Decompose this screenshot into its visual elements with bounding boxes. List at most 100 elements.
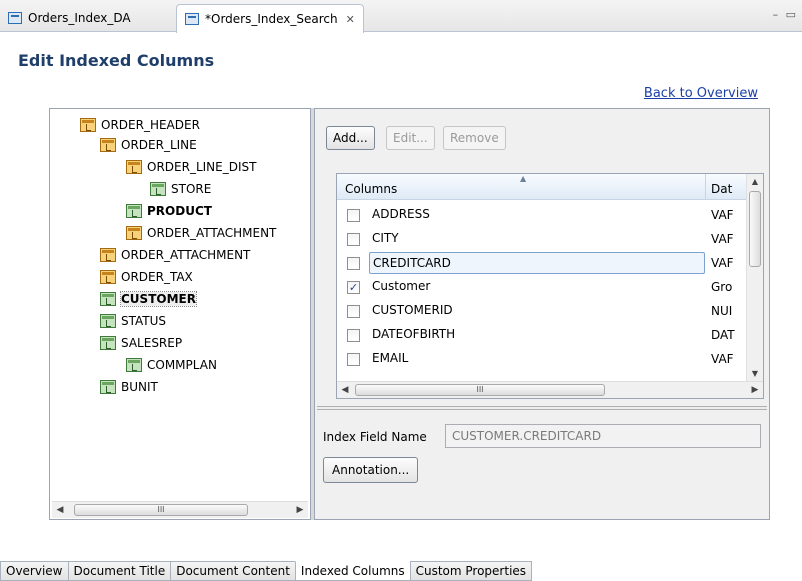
columns-panel: Add... Edit... Remove Columns ▲ Dat ADDR… — [314, 108, 770, 520]
column-name: ADDRESS — [372, 207, 430, 221]
tree-node-label: ORDER_LINE — [121, 138, 197, 152]
table-row[interactable]: ✓ Customer Gro — [339, 276, 749, 298]
row-checkbox[interactable] — [347, 232, 360, 246]
panel-divider[interactable] — [317, 406, 767, 410]
index-field-name-label: Index Field Name — [323, 430, 427, 444]
scroll-right-icon[interactable]: ▶ — [292, 502, 308, 518]
group-icon — [126, 204, 142, 218]
tree-node-label: CUSTOMER — [120, 291, 197, 307]
table-icon — [100, 270, 116, 284]
group-icon — [100, 292, 116, 306]
scroll-down-icon[interactable]: ▼ — [747, 366, 763, 382]
scroll-up-icon[interactable]: ▲ — [747, 174, 763, 190]
column-type: VAF — [711, 352, 734, 366]
table-icon — [126, 160, 142, 174]
column-header-datatype[interactable]: Dat — [711, 182, 732, 196]
row-checkbox[interactable] — [347, 328, 360, 342]
remove-button[interactable]: Remove — [443, 126, 506, 150]
table-row-selected[interactable]: CREDITCARD VAF — [339, 252, 749, 274]
tree-node-salesrep[interactable]: SALESREP — [100, 333, 182, 353]
table-row[interactable]: DATEOFBIRTH DAT — [339, 324, 749, 346]
table-row[interactable]: CITY VAF — [339, 228, 749, 250]
table-vertical-scrollbar[interactable]: ▲ ▼ — [746, 174, 763, 382]
column-name: CUSTOMERID — [372, 303, 453, 317]
column-name: DATEOFBIRTH — [372, 327, 456, 341]
tree-node-order-attachment-child[interactable]: ORDER_ATTACHMENT — [126, 223, 276, 243]
tree-horizontal-scrollbar[interactable]: ◀ III ▶ — [52, 501, 308, 518]
tree-node-store[interactable]: STORE — [150, 179, 211, 199]
tree-node-label: ORDER_ATTACHMENT — [121, 248, 251, 262]
tree-node-bunit[interactable]: BUNIT — [100, 377, 158, 397]
scroll-left-icon[interactable]: ◀ — [337, 382, 353, 398]
annotation-button[interactable]: Annotation... — [323, 457, 419, 483]
edit-button[interactable]: Edit... — [386, 126, 435, 150]
editor-tab-bar: Orders_Index_DA *Orders_Index_Search ✕ –… — [0, 0, 802, 33]
column-type: Gro — [711, 280, 733, 294]
close-icon[interactable]: ✕ — [346, 13, 355, 26]
window-controls[interactable]: – ▭ — [773, 8, 798, 21]
sort-ascending-icon: ▲ — [520, 174, 527, 183]
table-row[interactable]: CUSTOMERID NUI — [339, 300, 749, 322]
table-row[interactable]: ADDRESS VAF — [339, 204, 749, 226]
column-type: VAF — [711, 232, 734, 246]
row-checkbox[interactable] — [347, 208, 360, 222]
tab-overview[interactable]: Overview — [0, 561, 69, 581]
scroll-left-icon[interactable]: ◀ — [52, 502, 68, 518]
tab-orders-index-search[interactable]: *Orders_Index_Search ✕ — [176, 4, 364, 33]
tab-custom-properties[interactable]: Custom Properties — [409, 561, 533, 581]
add-button[interactable]: Add... — [326, 126, 375, 150]
row-checkbox-checked[interactable]: ✓ — [347, 280, 360, 294]
group-icon — [150, 182, 166, 196]
column-header-columns[interactable]: Columns — [345, 182, 397, 196]
editor-document-icon — [185, 13, 199, 25]
column-name: EMAIL — [372, 351, 409, 365]
row-checkbox[interactable] — [347, 256, 360, 270]
back-to-overview-link[interactable]: Back to Overview — [644, 86, 758, 101]
tree-node-order-attachment[interactable]: ORDER_ATTACHMENT — [100, 245, 250, 265]
group-icon — [100, 380, 116, 394]
tree-node-commplan[interactable]: COMMPLAN — [126, 355, 217, 375]
tree-node-order-tax[interactable]: ORDER_TAX — [100, 267, 193, 287]
scroll-right-icon[interactable]: ▶ — [747, 382, 763, 398]
tab-label: Orders_Index_DA — [28, 11, 131, 25]
tree-node-label: ORDER_HEADER — [101, 118, 200, 132]
tree-node-order-line[interactable]: ORDER_LINE — [100, 135, 197, 155]
tree-node-label: PRODUCT — [147, 204, 212, 218]
tab-label: *Orders_Index_Search — [205, 12, 338, 26]
scrollbar-thumb[interactable] — [749, 191, 761, 267]
column-divider[interactable] — [705, 174, 706, 200]
tab-document-content[interactable]: Document Content — [170, 561, 296, 581]
table-icon — [100, 248, 116, 262]
tree-node-order-line-dist[interactable]: ORDER_LINE_DIST — [126, 157, 256, 177]
tree-node-order-header[interactable]: ORDER_HEADER — [80, 115, 200, 135]
tree-node-customer[interactable]: CUSTOMER — [100, 289, 197, 309]
columns-table[interactable]: Columns ▲ Dat ADDRESS VAF CITY VAF CREDI… — [336, 173, 764, 399]
tab-orders-index-da[interactable]: Orders_Index_DA — [0, 4, 139, 32]
table-horizontal-scrollbar[interactable]: ◀ III ▶ — [337, 381, 763, 398]
index-field-name-input[interactable] — [445, 424, 761, 448]
tree-node-label: ORDER_ATTACHMENT — [147, 226, 277, 240]
tree-node-product[interactable]: PRODUCT — [126, 201, 212, 221]
table-icon — [100, 138, 116, 152]
scrollbar-thumb[interactable]: III — [74, 504, 248, 516]
row-checkbox[interactable] — [347, 352, 360, 366]
group-icon — [100, 314, 116, 328]
column-type: VAF — [711, 208, 734, 222]
table-tree[interactable]: ORDER_HEADER ORDER_LINE ORDER_LINE_DIST … — [49, 108, 311, 520]
tree-node-label: SALESREP — [121, 336, 183, 350]
table-icon — [80, 118, 96, 132]
editor-page-tabs: Overview Document Title Document Content… — [0, 561, 533, 581]
row-checkbox[interactable] — [347, 304, 360, 318]
tab-indexed-columns[interactable]: Indexed Columns — [294, 561, 411, 581]
table-row[interactable]: EMAIL VAF — [339, 348, 749, 370]
tree-node-label: COMMPLAN — [147, 358, 217, 372]
tree-node-status[interactable]: STATUS — [100, 311, 166, 331]
page-title: Edit Indexed Columns — [18, 51, 215, 70]
tab-document-title[interactable]: Document Title — [67, 561, 172, 581]
tree-node-label: STATUS — [121, 314, 167, 328]
scrollbar-thumb[interactable]: III — [355, 384, 605, 396]
table-header: Columns ▲ Dat — [337, 174, 749, 200]
column-name: Customer — [372, 279, 431, 293]
tree-node-label: ORDER_LINE_DIST — [147, 160, 257, 174]
tree-node-label: STORE — [171, 182, 212, 196]
